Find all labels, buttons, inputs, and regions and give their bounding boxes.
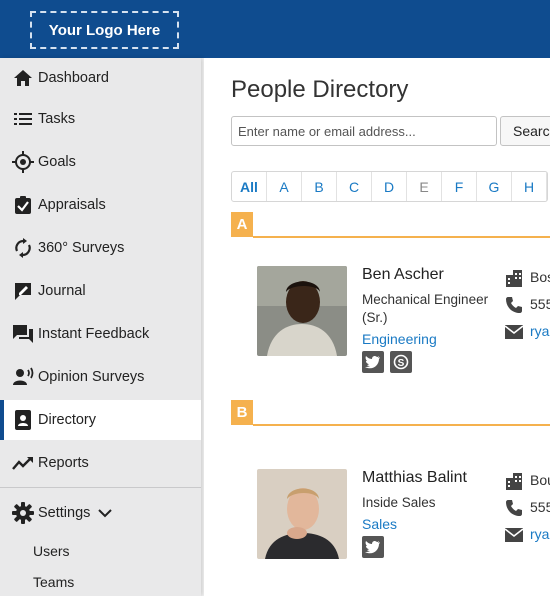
sidebar-item-label: Opinion Surveys (38, 369, 145, 385)
twitter-icon[interactable] (362, 536, 384, 558)
sidebar-item-label: Reports (38, 455, 89, 471)
person-phone: 555 (530, 296, 550, 312)
letter-filter-bar: All A B C D E F G H (231, 171, 548, 202)
letter-filter-all[interactable]: All (232, 172, 267, 201)
svg-text:S: S (398, 358, 405, 369)
top-header: Your Logo Here (0, 0, 550, 58)
target-icon (12, 151, 34, 173)
sidebar-item-360-surveys[interactable]: 360° Surveys (0, 228, 201, 268)
page-title: People Directory (231, 76, 409, 103)
section-divider-line (253, 424, 550, 426)
sidebar-subitem-teams[interactable]: Teams (33, 574, 74, 590)
email-icon (504, 322, 524, 342)
letter-filter-g[interactable]: G (477, 172, 512, 201)
trend-line-icon (12, 452, 34, 474)
person-name[interactable]: Ben Ascher (362, 266, 444, 284)
sidebar-item-label: Dashboard (38, 70, 109, 86)
contacts-book-icon (12, 409, 34, 431)
person-location: Bos (530, 269, 550, 285)
sync-arrows-icon (12, 237, 34, 259)
sidebar: Dashboard Tasks Goals Appraisals 360° Su… (0, 58, 201, 596)
person-name[interactable]: Matthias Balint (362, 469, 467, 487)
sidebar-item-label: Directory (38, 412, 97, 428)
sidebar-subitem-users[interactable]: Users (33, 543, 70, 559)
twitter-icon[interactable] (362, 351, 384, 373)
person-department-link[interactable]: Sales (362, 516, 397, 532)
sidebar-item-label: Settings (38, 505, 91, 521)
person-location: Bou (530, 472, 550, 488)
section-divider-line (253, 236, 550, 238)
sidebar-item-label: Appraisals (38, 197, 106, 213)
sidebar-item-opinion-surveys[interactable]: Opinion Surveys (0, 357, 201, 397)
main-content: People Directory Search All A B C D E F … (204, 58, 550, 596)
email-icon (504, 525, 524, 545)
letter-filter-a[interactable]: A (267, 172, 302, 201)
sidebar-item-label: 360° Surveys (38, 240, 125, 256)
sidebar-item-reports[interactable]: Reports (0, 443, 201, 483)
sidebar-item-journal[interactable]: Journal (0, 271, 201, 311)
sidebar-item-settings[interactable]: Settings (0, 493, 201, 533)
gear-icon (12, 502, 34, 524)
sidebar-item-directory[interactable]: Directory (0, 400, 201, 440)
logo[interactable]: Your Logo Here (30, 11, 179, 49)
letter-filter-e: E (407, 172, 442, 201)
skype-icon[interactable]: S (390, 351, 412, 373)
person-email-link[interactable]: rya (530, 526, 549, 542)
chat-bubbles-icon (12, 323, 34, 345)
section-letter-marker: B (231, 400, 253, 425)
checkbox-clipboard-icon (12, 194, 34, 216)
sidebar-item-dashboard[interactable]: Dashboard (0, 58, 201, 98)
list-icon (12, 108, 34, 130)
building-icon (504, 471, 524, 491)
person-job-title: Mechanical Engineer (Sr.) (362, 292, 489, 325)
phone-icon (504, 498, 524, 518)
person-job-title: Inside Sales (362, 495, 436, 510)
journal-pen-icon (12, 280, 34, 302)
person-speaking-icon (12, 366, 34, 388)
phone-icon (504, 295, 524, 315)
search-input[interactable] (231, 116, 497, 146)
letter-filter-h[interactable]: H (512, 172, 547, 201)
person-email-link[interactable]: rya (530, 323, 549, 339)
letter-filter-d[interactable]: D (372, 172, 407, 201)
person-photo (257, 469, 347, 559)
sidebar-item-label: Instant Feedback (38, 326, 150, 342)
building-icon (504, 268, 524, 288)
person-photo (257, 266, 347, 356)
letter-filter-c[interactable]: C (337, 172, 372, 201)
section-letter-marker: A (231, 212, 253, 237)
sidebar-item-instant-feedback[interactable]: Instant Feedback (0, 314, 201, 354)
person-phone: 555 (530, 499, 550, 515)
sidebar-divider (0, 487, 201, 488)
sidebar-item-label: Tasks (38, 111, 76, 127)
search-button[interactable]: Search (500, 116, 550, 146)
letter-filter-f[interactable]: F (442, 172, 477, 201)
letter-filter-b[interactable]: B (302, 172, 337, 201)
sidebar-item-label: Journal (38, 283, 86, 299)
sidebar-item-appraisals[interactable]: Appraisals (0, 185, 201, 225)
sidebar-item-tasks[interactable]: Tasks (0, 99, 201, 139)
home-icon (12, 67, 34, 89)
sidebar-item-goals[interactable]: Goals (0, 142, 201, 182)
person-department-link[interactable]: Engineering (362, 331, 437, 347)
chevron-down-icon[interactable] (98, 508, 113, 518)
sidebar-item-label: Goals (38, 154, 76, 170)
